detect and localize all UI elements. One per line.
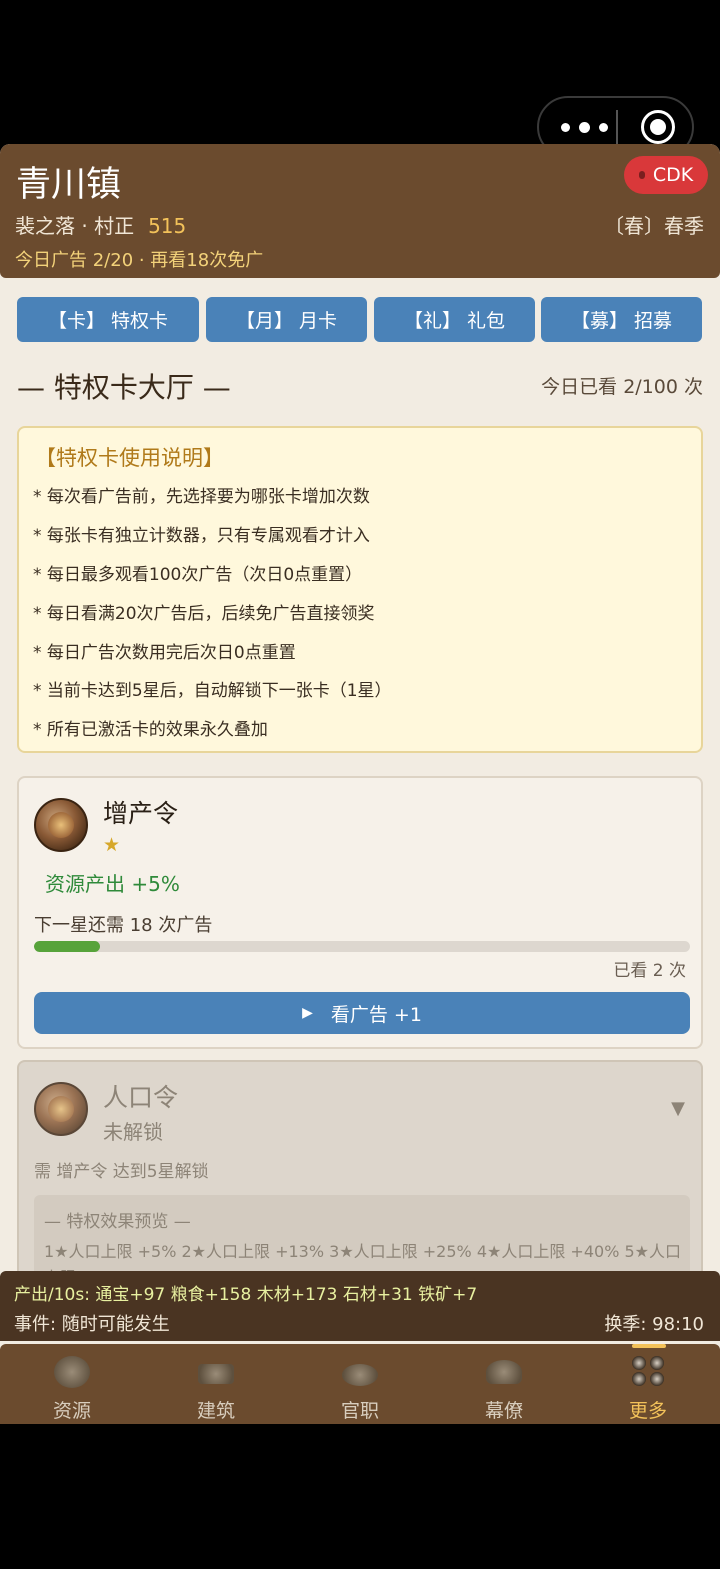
card-production-order: 增产令 ★ 资源产出 +5% 下一星还需 18 次广告 已看 2 次 ▶ 看广告… — [17, 776, 703, 1049]
production-rate: 产出/10s: 通宝+97 粮食+158 木材+173 石材+31 铁矿+7 — [14, 1285, 478, 1305]
rank-text: 裴之落 · 村正 — [15, 214, 135, 238]
watch-ad-label: 看广告 +1 — [330, 1003, 422, 1026]
unlock-requirement: 需 增产令 达到5星解锁 — [34, 1162, 209, 1182]
nav-item-official[interactable]: 官职 — [288, 1344, 432, 1424]
star-progress-bar — [34, 941, 690, 952]
nav-label: 资源 — [52, 1400, 91, 1422]
more-options-icon[interactable] — [557, 116, 617, 138]
nav-item-more[interactable]: 更多 — [576, 1344, 720, 1424]
cdk-label: CDK — [652, 164, 694, 186]
player-rank: 裴之落 · 村正 515 — [15, 210, 186, 239]
town-header: 青川镇 CDK 裴之落 · 村正 515 〔春〕春季 今日广告 2/20 · 再看… — [0, 144, 720, 278]
progress-fill — [34, 941, 100, 952]
nav-label: 幕僚 — [484, 1400, 523, 1422]
advisor-icon — [486, 1360, 522, 1384]
card-bonus: 资源产出 +5% — [45, 872, 180, 896]
population-medal-icon — [34, 1082, 88, 1136]
notice-line: * 每日看满20次广告后，后续免广告直接领奖 — [33, 604, 375, 624]
tab-gift-pack[interactable]: 【礼】 礼包 — [374, 297, 535, 342]
capsule-divider — [616, 110, 618, 144]
notice-title: 【特权卡使用说明】 — [35, 446, 224, 470]
resource-icon — [54, 1356, 90, 1388]
shop-tabs: 【卡】 特权卡 【月】 月卡 【礼】 礼包 【募】 招募 — [0, 297, 720, 343]
cdk-icon — [638, 171, 645, 179]
season-label: 〔春〕春季 — [604, 214, 704, 238]
cdk-button[interactable]: CDK — [624, 156, 708, 194]
daily-watch-count: 今日已看 2/100 次 — [541, 376, 703, 398]
preview-title: — 特权效果预览 — — [44, 1212, 191, 1232]
tab-monthly-card[interactable]: 【月】 月卡 — [206, 297, 367, 342]
nav-item-advisor[interactable]: 幕僚 — [432, 1344, 576, 1424]
watched-count: 已看 2 次 — [613, 961, 686, 981]
notice-line: * 每日最多观看100次广告（次日0点重置） — [33, 565, 363, 585]
notice-line: * 每日广告次数用完后次日0点重置 — [33, 643, 296, 663]
notice-line: * 当前卡达到5星后，自动解锁下一张卡（1星） — [33, 681, 392, 701]
card-name: 人口令 — [103, 1083, 179, 1112]
town-name: 青川镇 — [16, 165, 122, 205]
play-icon: ▶ — [302, 1005, 313, 1021]
nav-label: 官职 — [340, 1400, 379, 1422]
nav-label: 建筑 — [196, 1400, 235, 1422]
ad-status: 今日广告 2/20 · 再看18次免广 — [15, 250, 264, 271]
nav-item-resource[interactable]: 资源 — [0, 1344, 144, 1424]
tab-privilege-card[interactable]: 【卡】 特权卡 — [17, 297, 199, 342]
expand-toggle-icon[interactable]: ▼ — [671, 1098, 685, 1119]
app-screen: 青川镇 CDK 裴之落 · 村正 515 〔春〕春季 今日广告 2/20 · 再看… — [0, 144, 720, 1424]
watch-ad-button[interactable]: ▶ 看广告 +1 — [34, 992, 690, 1034]
close-miniprogram-icon[interactable] — [641, 110, 675, 144]
official-icon — [342, 1364, 378, 1386]
more-icon — [630, 1354, 666, 1386]
card-name: 增产令 — [103, 799, 179, 828]
production-medal-icon — [34, 798, 88, 852]
usage-notice: 【特权卡使用说明】 * 每次看广告前，先选择要为哪张卡增加次数 * 每张卡有独立… — [17, 426, 703, 753]
tab-recruit[interactable]: 【募】 招募 — [541, 297, 702, 342]
notice-line: * 所有已激活卡的效果永久叠加 — [33, 720, 268, 740]
building-icon — [198, 1364, 234, 1384]
next-star-requirement: 下一星还需 18 次广告 — [34, 915, 213, 936]
bottom-nav: 资源 建筑 官职 幕僚 更多 — [0, 1344, 720, 1424]
notice-line: * 每张卡有独立计数器，只有专属观看才计入 — [33, 526, 370, 546]
season-timer: 换季: 98:10 — [604, 1314, 704, 1335]
nav-label: 更多 — [628, 1400, 667, 1422]
hall-title: — 特权卡大厅 — — [17, 371, 231, 404]
star-rating: ★ — [103, 834, 121, 856]
rank-number: 515 — [148, 214, 187, 238]
notice-line: * 每次看广告前，先选择要为哪张卡增加次数 — [33, 487, 370, 507]
production-status-bar: 产出/10s: 通宝+97 粮食+158 木材+173 石材+31 铁矿+7 事… — [0, 1271, 720, 1341]
event-status: 事件: 随时可能发生 — [14, 1314, 170, 1335]
nav-item-building[interactable]: 建筑 — [144, 1344, 288, 1424]
lock-status: 未解锁 — [103, 1120, 163, 1144]
